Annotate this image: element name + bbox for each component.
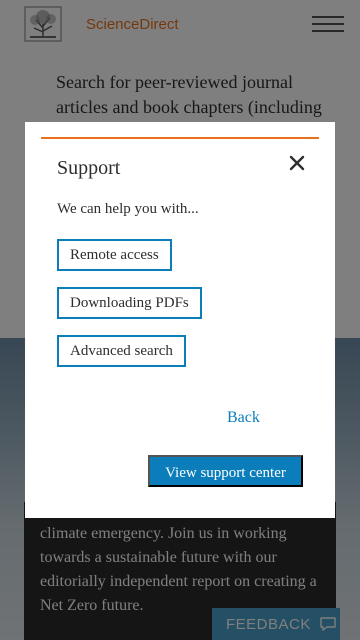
advanced-search-button[interactable]: Advanced search [57, 335, 186, 367]
dialog-intro: We can help you with... [57, 201, 199, 217]
downloading-pdfs-button[interactable]: Downloading PDFs [57, 287, 202, 319]
support-dialog: Support We can help you with... Remote a… [41, 137, 319, 503]
dialog-title: Support [57, 157, 121, 179]
back-link[interactable]: Back [227, 409, 260, 427]
view-support-center-button[interactable]: View support center [148, 455, 303, 487]
close-icon[interactable] [285, 151, 309, 175]
remote-access-button[interactable]: Remote access [57, 239, 172, 271]
